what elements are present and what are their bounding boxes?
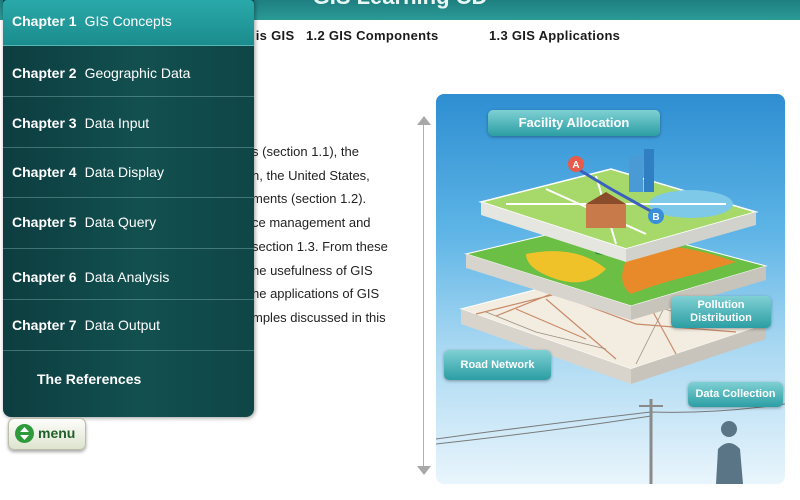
text-line: section 1.3. From these [252, 238, 388, 254]
chapter-number: Chapter 1 [12, 13, 77, 29]
chapter-title: Data Output [84, 317, 161, 333]
tab-gis-components[interactable]: 1.2 GIS Components [306, 28, 439, 43]
chapter-title: Data Analysis [84, 269, 170, 285]
menu-item-chapter-7[interactable]: Chapter 7 Data Output [3, 300, 254, 351]
gis-layers-graphic: A B [436, 149, 785, 484]
menu-item-references[interactable]: The References [3, 351, 254, 409]
scroll-down-arrow-icon[interactable] [417, 466, 431, 475]
text-line: ce management and [252, 215, 371, 231]
marker-b-label: B [652, 212, 659, 223]
facility-allocation-label: Facility Allocation [488, 110, 660, 136]
chapter-title: GIS Concepts [84, 13, 172, 29]
body-text: s (section 1.1), the n, the United State… [252, 140, 427, 330]
menu-button[interactable]: menu [8, 418, 86, 450]
scroll-track [423, 122, 424, 472]
menu-item-chapter-6[interactable]: Chapter 6 Data Analysis [3, 249, 254, 300]
text-line: mples discussed in this [252, 309, 386, 325]
chapter-title: The References [37, 371, 142, 387]
menu-item-chapter-2[interactable]: Chapter 2 Geographic Data [3, 46, 254, 97]
chapter-title: Data Display [84, 164, 164, 180]
text-line: ments (section 1.2). [252, 191, 367, 207]
chapter-number: Chapter 5 [12, 214, 77, 230]
chapter-title: Geographic Data [84, 65, 191, 81]
menu-button-label: menu [38, 425, 76, 441]
text-line: he usefulness of GIS [252, 262, 373, 278]
menu-item-chapter-5[interactable]: Chapter 5 Data Query [3, 198, 254, 249]
text-line: he applications of GIS [252, 286, 380, 302]
pollution-distribution-label: Pollution Distribution [671, 296, 771, 328]
text-line: n, the United States, [252, 167, 370, 183]
chapter-number: Chapter 7 [12, 317, 77, 333]
chapter-number: Chapter 6 [12, 269, 77, 285]
chapter-menu-panel: Chapter 1 GIS Concepts Chapter 2 Geographi… [3, 0, 254, 417]
text-line: s (section 1.1), the [252, 144, 359, 159]
data-collection-label: Data Collection [688, 382, 783, 407]
tab-gis-applications[interactable]: 1.3 GIS Applications [489, 28, 620, 43]
scroll-up-arrow-icon[interactable] [417, 116, 431, 125]
chapter-number: Chapter 4 [12, 164, 77, 180]
menu-item-chapter-4[interactable]: Chapter 4 Data Display [3, 148, 254, 198]
chapter-title: Data Query [84, 214, 157, 230]
chapter-title: Data Input [84, 115, 150, 131]
menu-toggle-icon [15, 424, 34, 443]
chapter-number: Chapter 3 [12, 115, 77, 131]
menu-item-chapter-1[interactable]: Chapter 1 GIS Concepts [3, 0, 254, 46]
road-network-label: Road Network [444, 350, 551, 380]
marker-a-label: A [572, 160, 579, 171]
chapter-number: Chapter 2 [12, 65, 77, 81]
gis-layers-illustration: A B Facility Allocation Pollution Distri… [436, 94, 785, 484]
menu-item-chapter-3[interactable]: Chapter 3 Data Input [3, 97, 254, 148]
